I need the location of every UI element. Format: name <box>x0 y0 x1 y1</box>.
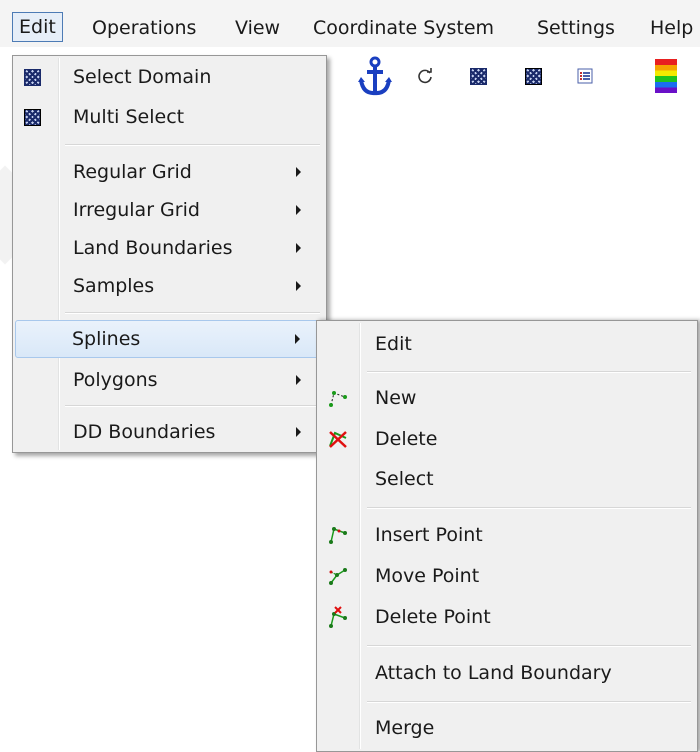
refresh-icon[interactable] <box>410 48 440 104</box>
menu-item-label: Attach to Land Boundary <box>375 662 612 684</box>
menu-item-splines[interactable]: Splines <box>15 320 324 358</box>
submenu-arrow-icon <box>296 375 301 385</box>
menu-item-land-boundaries[interactable]: Land Boundaries <box>15 229 324 267</box>
edit-menu: Select Domain Multi Select Regular Grid … <box>12 55 327 453</box>
menu-separator <box>65 144 320 146</box>
menu-settings[interactable]: Settings <box>537 13 615 43</box>
menu-item-label: Select Domain <box>73 66 212 88</box>
delete-point-icon <box>327 606 349 628</box>
menu-item-label: Move Point <box>375 565 480 587</box>
submenu-item-delete[interactable]: Delete <box>319 420 695 458</box>
menu-item-label: Insert Point <box>375 524 483 546</box>
menu-item-label: Delete Point <box>375 606 491 628</box>
menu-item-label: Polygons <box>73 369 158 391</box>
splines-submenu: Edit New Delete Select Insert Point Move… <box>316 320 698 752</box>
submenu-arrow-icon <box>295 334 300 344</box>
multi-select-icon <box>21 106 43 128</box>
menubar: Edit Operations View Coordinate System S… <box>0 0 700 47</box>
toolbar <box>325 48 700 104</box>
menu-separator <box>367 371 691 373</box>
menu-item-label: DD Boundaries <box>73 421 216 443</box>
submenu-arrow-icon <box>296 427 301 437</box>
menu-help[interactable]: Help <box>650 13 693 43</box>
submenu-arrow-icon <box>296 281 301 291</box>
spline-new-icon <box>327 387 349 409</box>
menu-item-label: Merge <box>375 717 435 739</box>
submenu-item-select[interactable]: Select <box>319 460 695 498</box>
menu-item-polygons[interactable]: Polygons <box>15 361 324 399</box>
submenu-item-move-point[interactable]: Move Point <box>319 557 695 595</box>
menu-item-label: Edit <box>375 333 412 355</box>
submenu-arrow-icon <box>296 205 301 215</box>
grid-select-icon[interactable] <box>463 48 493 104</box>
menu-separator <box>367 701 691 703</box>
menu-separator <box>65 405 320 407</box>
submenu-arrow-icon <box>296 243 301 253</box>
submenu-item-attach-to-land-boundary[interactable]: Attach to Land Boundary <box>319 654 695 692</box>
submenu-arrow-icon <box>296 167 301 177</box>
menu-item-irregular-grid[interactable]: Irregular Grid <box>15 191 324 229</box>
menu-item-label: Irregular Grid <box>73 199 200 221</box>
menu-edit[interactable]: Edit <box>12 12 63 42</box>
menu-operations[interactable]: Operations <box>92 13 196 43</box>
menu-item-label: Regular Grid <box>73 161 192 183</box>
grid-multi-icon[interactable] <box>518 48 548 104</box>
menu-item-select-domain[interactable]: Select Domain <box>15 58 324 96</box>
move-point-icon <box>327 565 349 587</box>
submenu-item-new[interactable]: New <box>319 379 695 417</box>
menu-separator <box>65 312 320 314</box>
menu-item-label: Select <box>375 468 434 490</box>
menu-item-label: Splines <box>72 328 141 350</box>
menu-item-regular-grid[interactable]: Regular Grid <box>15 153 324 191</box>
menu-item-label: New <box>375 387 417 409</box>
menu-item-label: Land Boundaries <box>73 237 233 259</box>
menu-coordinate-system[interactable]: Coordinate System <box>313 13 494 43</box>
menu-item-dd-boundaries[interactable]: DD Boundaries <box>15 413 324 451</box>
select-domain-icon <box>21 66 43 88</box>
menu-item-label: Delete <box>375 428 438 450</box>
submenu-item-insert-point[interactable]: Insert Point <box>319 516 695 554</box>
menu-item-label: Samples <box>73 275 155 297</box>
insert-point-icon <box>327 524 349 546</box>
submenu-item-merge[interactable]: Merge <box>319 709 695 747</box>
menu-item-samples[interactable]: Samples <box>15 267 324 305</box>
menu-separator <box>367 507 691 509</box>
menu-separator <box>367 645 691 647</box>
menu-item-multi-select[interactable]: Multi Select <box>15 98 324 136</box>
list-icon[interactable] <box>570 48 600 104</box>
submenu-item-delete-point[interactable]: Delete Point <box>319 598 695 636</box>
spline-delete-icon <box>327 428 349 450</box>
color-scale-icon[interactable] <box>651 48 681 104</box>
submenu-item-edit[interactable]: Edit <box>319 325 695 363</box>
menu-view[interactable]: View <box>235 13 280 43</box>
anchor-icon[interactable] <box>355 48 395 104</box>
menu-item-label: Multi Select <box>73 106 185 128</box>
